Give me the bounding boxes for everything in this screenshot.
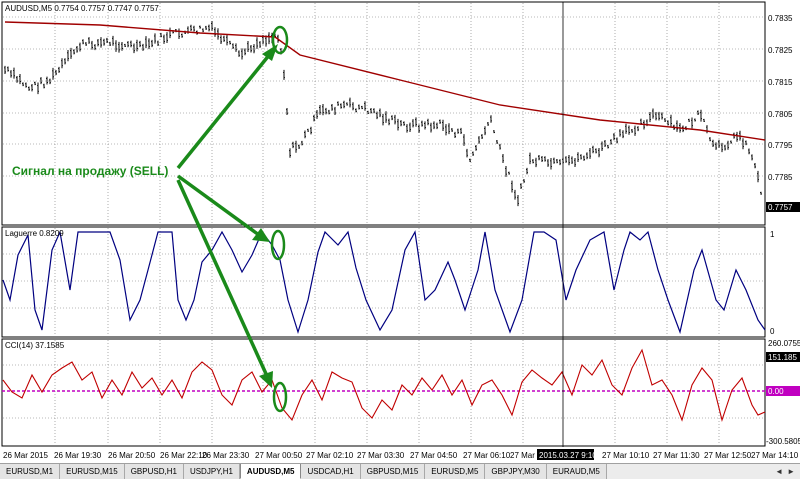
time-label: 27 Mar 12:50 bbox=[704, 451, 752, 460]
price-label: 0.7835 bbox=[768, 14, 793, 23]
time-label: 27 Mar 04:50 bbox=[410, 451, 458, 460]
cci-scale-top: 260.0755 bbox=[768, 339, 800, 348]
scroll-right-icon[interactable]: ► bbox=[785, 467, 797, 476]
cursor-time-label: 2015.03.27 9:10 bbox=[539, 451, 597, 460]
tab-gbpusd-h1[interactable]: GBPUSD,H1 bbox=[124, 464, 184, 479]
cci-title: CCI(14) 37.1585 bbox=[5, 341, 65, 350]
tab-usdjpy-h1[interactable]: USDJPY,H1 bbox=[183, 464, 240, 479]
price-label: 0.7805 bbox=[768, 110, 793, 119]
tab-gbpusd-m15[interactable]: GBPUSD,M15 bbox=[360, 464, 426, 479]
cci-zero-label: 0.00 bbox=[768, 387, 784, 396]
time-label: 26 Mar 23:30 bbox=[202, 451, 250, 460]
tab-eurusd-m15[interactable]: EURUSD,M15 bbox=[60, 464, 125, 479]
tab-euraud-m5[interactable]: EURAUD,M5 bbox=[546, 464, 607, 479]
time-label: 27 Mar 11:30 bbox=[653, 451, 700, 460]
price-label: 0.7795 bbox=[768, 141, 793, 150]
chart-tabs: EURUSD,M1 EURUSD,M15 GBPUSD,H1 USDJPY,H1… bbox=[0, 463, 800, 479]
chart-area[interactable]: AUDUSD,M5 0.7754 0.7757 0.7747 0.7757 La… bbox=[0, 0, 800, 463]
time-label: 27 Mar 14:10 bbox=[751, 451, 799, 460]
time-label: 26 Mar 19:30 bbox=[54, 451, 102, 460]
laguerre-scale-bottom: 0 bbox=[770, 327, 775, 336]
time-axis: 26 Mar 2015 26 Mar 19:30 26 Mar 20:50 26… bbox=[3, 449, 799, 460]
tab-usdcad-h1[interactable]: USDCAD,H1 bbox=[301, 464, 361, 479]
main-panel-title: AUDUSD,M5 0.7754 0.7757 0.7747 0.7757 bbox=[5, 4, 159, 13]
tab-gbpjpy-m30[interactable]: GBPJPY,M30 bbox=[485, 464, 547, 479]
cci-current-value: 151.185 bbox=[768, 353, 797, 362]
scroll-left-icon[interactable]: ◄ bbox=[773, 467, 785, 476]
price-label: 0.7785 bbox=[768, 173, 793, 182]
tab-audusd-m5[interactable]: AUDUSD,M5 bbox=[239, 464, 302, 479]
time-label: 27 Mar 06:10 bbox=[463, 451, 511, 460]
time-label: 26 Mar 22:10 bbox=[160, 451, 208, 460]
tab-scroll-buttons: ◄ ► bbox=[770, 464, 800, 479]
cci-scale-bottom: -300.5805 bbox=[766, 437, 800, 446]
tab-eurusd-m5[interactable]: EURUSD,M5 bbox=[425, 464, 486, 479]
price-label: 0.7825 bbox=[768, 46, 793, 55]
laguerre-title: Laguerre 0.8209 bbox=[5, 229, 64, 238]
time-label: 27 Mar 00:50 bbox=[255, 451, 303, 460]
tab-eurusd-m1[interactable]: EURUSD,M1 bbox=[0, 464, 61, 479]
laguerre-scale-top: 1 bbox=[770, 230, 775, 239]
time-label: 26 Mar 2015 bbox=[3, 451, 48, 460]
signal-label: Сигнал на продажу (SELL) bbox=[12, 164, 168, 178]
price-label: 0.7815 bbox=[768, 78, 793, 87]
time-label: 27 Mar 03:30 bbox=[357, 451, 405, 460]
current-price-label: 0.7757 bbox=[768, 203, 793, 212]
time-label: 27 Mar 10:10 bbox=[602, 451, 650, 460]
time-label: 27 Mar 02:10 bbox=[306, 451, 354, 460]
time-label: 26 Mar 20:50 bbox=[108, 451, 156, 460]
